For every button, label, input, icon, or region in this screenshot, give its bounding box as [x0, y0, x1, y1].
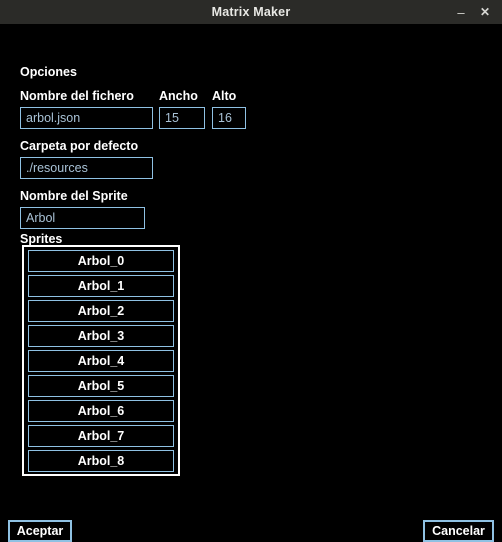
window-title: Matrix Maker: [211, 5, 291, 19]
folder-label: Carpeta por defecto: [20, 139, 139, 153]
height-input[interactable]: [212, 107, 246, 129]
options-section-title: Opciones: [20, 65, 77, 79]
sprite-name-label: Nombre del Sprite: [20, 189, 128, 203]
sprites-list: Arbol_0 Arbol_1 Arbol_2 Arbol_3 Arbol_4 …: [22, 245, 180, 476]
accept-button[interactable]: Aceptar: [8, 520, 72, 542]
sprites-label: Sprites: [20, 232, 63, 246]
height-label: Alto: [212, 89, 237, 103]
list-item[interactable]: Arbol_8: [28, 450, 174, 472]
list-item[interactable]: Arbol_6: [28, 400, 174, 422]
cancel-button[interactable]: Cancelar: [423, 520, 494, 542]
width-label: Ancho: [159, 89, 198, 103]
dialog-content: Opciones Nombre del fichero Ancho Alto C…: [0, 24, 502, 542]
list-item[interactable]: Arbol_3: [28, 325, 174, 347]
titlebar: Matrix Maker – ✕: [0, 0, 502, 24]
list-item[interactable]: Arbol_2: [28, 300, 174, 322]
close-icon[interactable]: ✕: [474, 1, 496, 23]
list-item[interactable]: Arbol_5: [28, 375, 174, 397]
minimize-icon[interactable]: –: [450, 1, 472, 23]
list-item[interactable]: Arbol_1: [28, 275, 174, 297]
matrix-maker-window: Matrix Maker – ✕ Opciones Nombre del fic…: [0, 0, 502, 542]
filename-input[interactable]: [20, 107, 153, 129]
width-input[interactable]: [159, 107, 205, 129]
titlebar-button-group: – ✕: [450, 0, 496, 24]
list-item[interactable]: Arbol_4: [28, 350, 174, 372]
sprite-name-input[interactable]: [20, 207, 145, 229]
folder-input[interactable]: [20, 157, 153, 179]
filename-label: Nombre del fichero: [20, 89, 134, 103]
list-item[interactable]: Arbol_0: [28, 250, 174, 272]
list-item[interactable]: Arbol_7: [28, 425, 174, 447]
